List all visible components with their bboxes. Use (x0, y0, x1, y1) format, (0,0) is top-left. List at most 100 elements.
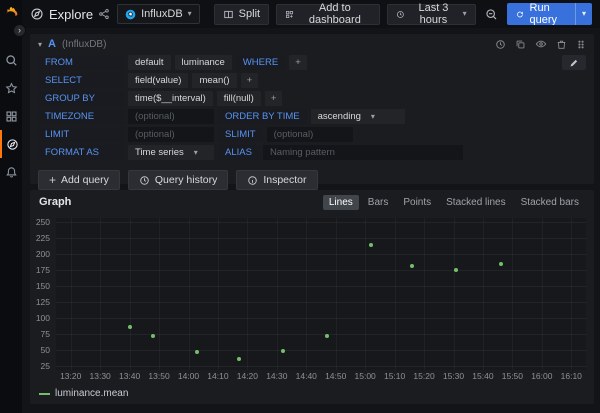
add-condition-button[interactable]: + (289, 55, 307, 70)
data-point[interactable] (499, 262, 503, 266)
query-datasource-hint: (InfluxDB) (62, 39, 106, 50)
sidebar-item-explore[interactable] (0, 130, 22, 158)
graph-mode-bars[interactable]: Bars (362, 195, 395, 210)
graph-mode-stacked-bars[interactable]: Stacked bars (515, 195, 585, 210)
data-point[interactable] (195, 350, 199, 354)
x-tick-label: 15:00 (355, 371, 376, 381)
x-tick-label: 13:40 (119, 371, 140, 381)
data-point[interactable] (369, 243, 373, 247)
sidebar-item-search[interactable] (0, 46, 22, 74)
y-tick-label: 125 (36, 297, 50, 307)
sidebar-expand-icon[interactable]: › (13, 24, 26, 37)
select-func-segment[interactable]: mean() (192, 73, 236, 88)
x-tick-label: 14:10 (207, 371, 228, 381)
query-row-header[interactable]: ▾ A (InfluxDB) (30, 34, 594, 52)
chevron-down-icon: ▾ (371, 113, 375, 121)
from-measurement-segment[interactable]: luminance (175, 55, 232, 70)
format-as-row: FORMAT AS Time series ▾ ALIAS (38, 145, 586, 160)
gridline (56, 302, 586, 303)
data-point[interactable] (281, 349, 285, 353)
legend-item[interactable]: luminance.mean (39, 388, 128, 399)
gridline (218, 218, 219, 370)
eye-icon[interactable] (535, 38, 547, 50)
from-policy-segment[interactable]: default (128, 55, 171, 70)
group-by-time-segment[interactable]: time($__interval) (128, 91, 213, 106)
graph-mode-lines[interactable]: Lines (323, 195, 359, 210)
copy-icon[interactable] (515, 39, 526, 50)
sidebar-item-dashboards[interactable] (0, 102, 22, 130)
y-tick-label: 175 (36, 265, 50, 275)
legend-series-name: luminance.mean (55, 388, 128, 399)
chevron-down-icon: ▾ (194, 149, 198, 157)
history-icon[interactable] (495, 39, 506, 50)
limit-input[interactable] (128, 127, 214, 142)
where-label: WHERE (236, 55, 285, 70)
history-icon (139, 175, 150, 186)
topbar: Explore InfluxDB ▾ Split Add to dashboar… (22, 0, 600, 28)
from-row: FROM default luminance WHERE + (38, 55, 586, 70)
y-tick-label: 200 (36, 249, 50, 259)
data-point[interactable] (151, 334, 155, 338)
sidebar-item-alerting[interactable] (0, 158, 22, 186)
x-tick-label: 14:30 (266, 371, 287, 381)
data-point[interactable] (410, 264, 414, 268)
timezone-label: TIMEZONE (38, 109, 124, 124)
graph-mode-points[interactable]: Points (397, 195, 437, 210)
x-tick-label: 15:10 (384, 371, 405, 381)
add-group-by-button[interactable]: + (265, 91, 283, 106)
datasource-name: InfluxDB (141, 8, 183, 20)
gridline (56, 238, 586, 239)
sidebar-item-starred[interactable] (0, 74, 22, 102)
x-tick-label: 15:50 (502, 371, 523, 381)
data-point[interactable] (454, 268, 458, 272)
grafana-logo-icon[interactable] (3, 5, 19, 21)
influxdb-logo-icon (125, 9, 136, 20)
graph-mode-stacked-lines[interactable]: Stacked lines (440, 195, 511, 210)
order-by-select[interactable]: ascending ▾ (311, 109, 405, 124)
run-query-dropdown[interactable]: ▾ (575, 3, 592, 25)
slimit-input[interactable] (267, 127, 353, 142)
gridline (56, 254, 586, 255)
format-as-select[interactable]: Time series ▾ (128, 145, 214, 160)
limit-label: LIMIT (38, 127, 124, 142)
y-axis-labels: 255075100125150175200225250 (30, 218, 53, 370)
group-by-label: GROUP BY (38, 91, 124, 106)
datasource-picker[interactable]: InfluxDB ▾ (117, 4, 200, 24)
drag-handle-icon[interactable] (576, 39, 586, 50)
x-tick-label: 15:30 (443, 371, 464, 381)
zoom-out-button[interactable] (483, 4, 500, 25)
x-tick-label: 14:50 (325, 371, 346, 381)
pencil-icon (569, 58, 579, 68)
collapse-caret-icon[interactable]: ▾ (38, 40, 42, 49)
gridline (454, 218, 455, 370)
x-tick-label: 16:00 (531, 371, 552, 381)
gridline (512, 218, 513, 370)
add-select-part-button[interactable]: + (241, 73, 259, 88)
add-query-button[interactable]: + Add query (38, 170, 120, 190)
alias-input[interactable] (263, 145, 463, 160)
trash-icon[interactable] (556, 39, 567, 50)
gridline (56, 350, 586, 351)
y-tick-label: 25 (41, 361, 50, 371)
data-point[interactable] (237, 357, 241, 361)
gridline (56, 222, 586, 223)
timezone-input[interactable] (128, 109, 214, 124)
share-icon[interactable] (98, 8, 110, 20)
alias-label: ALIAS (218, 145, 259, 160)
chevron-down-icon: ▾ (463, 10, 467, 18)
data-point[interactable] (128, 325, 132, 329)
query-history-button[interactable]: Query history (128, 170, 228, 190)
toggle-text-edit-button[interactable] (562, 55, 586, 70)
plot-area[interactable] (56, 218, 586, 370)
time-range-picker[interactable]: Last 3 hours ▾ (387, 4, 476, 25)
legend-series-swatch (39, 393, 50, 395)
inspector-button[interactable]: Inspector (236, 170, 317, 190)
select-field-segment[interactable]: field(value) (128, 73, 188, 88)
group-by-fill-segment[interactable]: fill(null) (217, 91, 261, 106)
add-to-dashboard-button[interactable]: Add to dashboard (276, 4, 379, 25)
split-button[interactable]: Split (214, 4, 269, 25)
run-query-button[interactable]: Run query ▾ (507, 3, 592, 25)
data-point[interactable] (325, 334, 329, 338)
gridline (247, 218, 248, 370)
limit-row: LIMIT SLIMIT (38, 127, 586, 142)
